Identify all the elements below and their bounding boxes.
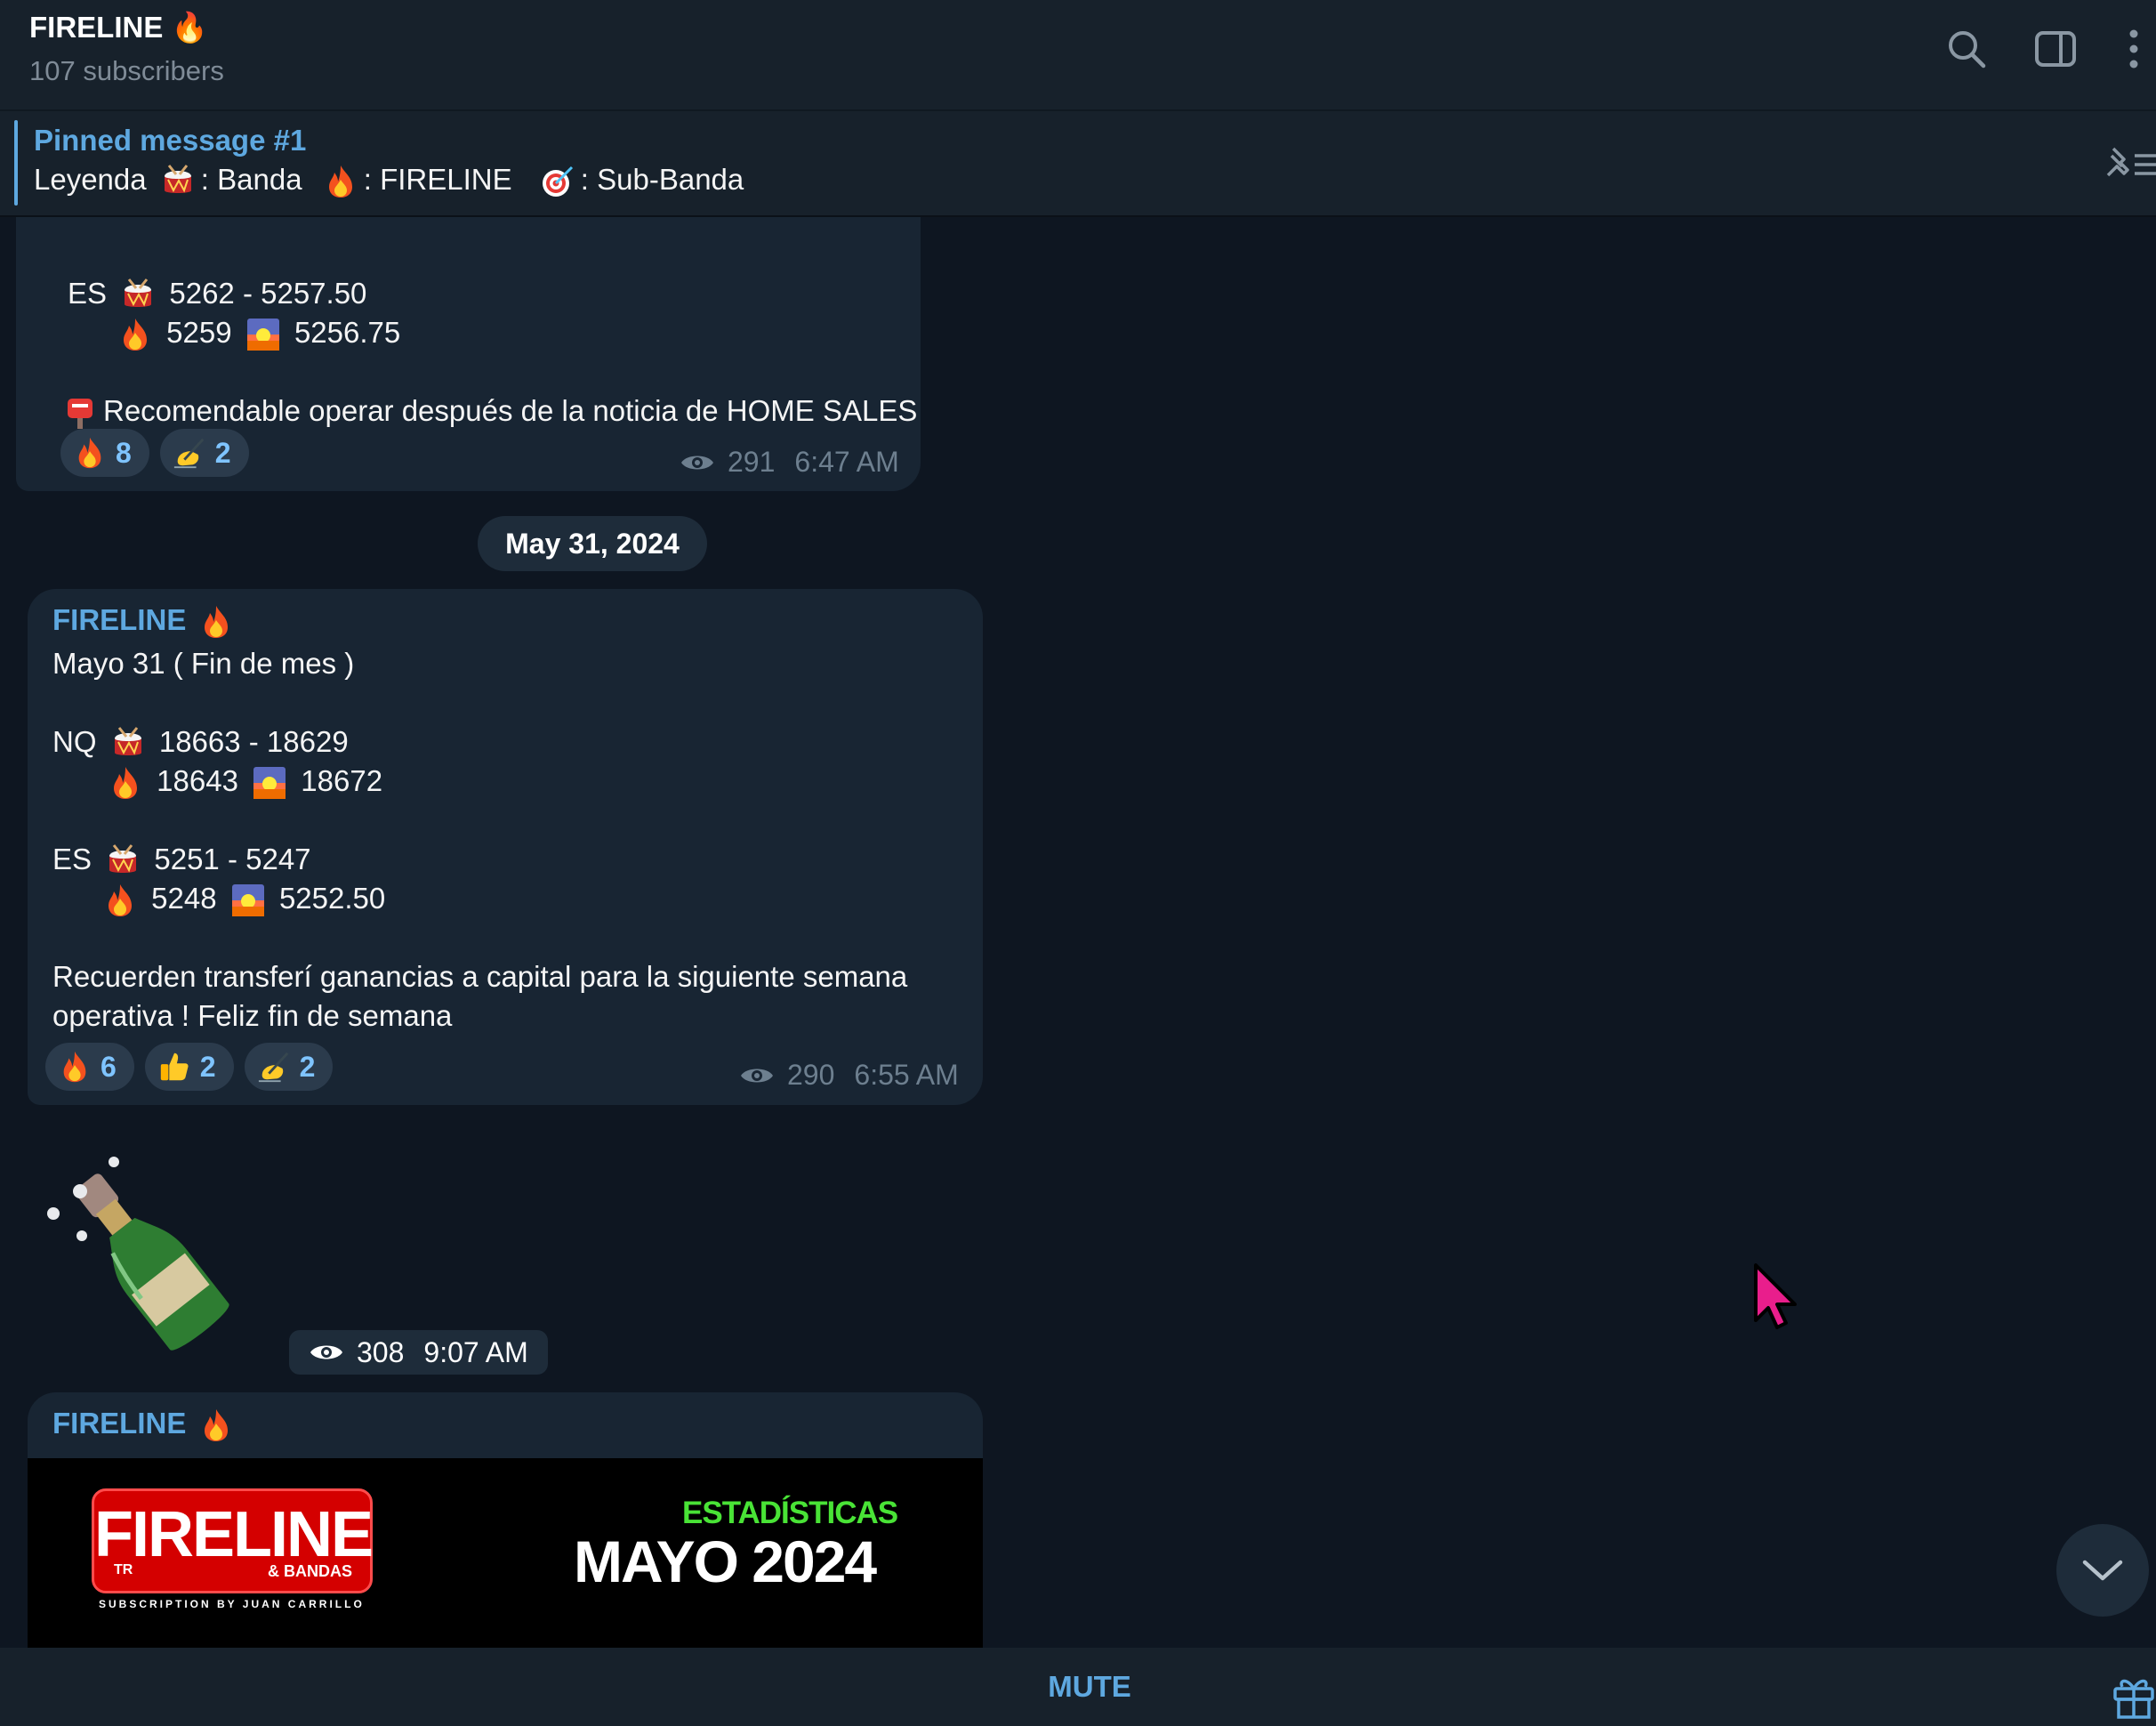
message-meta: 291 6:47 AM bbox=[680, 446, 899, 479]
drum-icon bbox=[120, 278, 156, 313]
pinned-band: : Banda bbox=[200, 163, 302, 196]
thumbs-up-icon bbox=[157, 1050, 191, 1084]
message-line: Recuerden transferí ganancias a capital … bbox=[52, 960, 908, 993]
bottom-bar: MUTE bbox=[0, 1648, 2156, 1726]
message-line: ES 5251 - 5247 bbox=[52, 840, 311, 879]
sticker-meta: 308 9:07 AM bbox=[289, 1330, 548, 1375]
scroll-down-button[interactable] bbox=[2056, 1524, 2149, 1617]
target-icon bbox=[540, 164, 575, 199]
pinned-title: Pinned message #1 bbox=[34, 124, 307, 157]
mailbox-icon bbox=[62, 395, 98, 431]
message-sender[interactable]: FIRELINE bbox=[52, 1407, 239, 1443]
writing-hand-icon bbox=[257, 1050, 291, 1084]
pinned-text: Leyenda : Banda : FIRELINE : Sub-Banda bbox=[34, 163, 744, 199]
sunrise-icon bbox=[245, 317, 281, 352]
channel-header[interactable]: FIRELINE 🔥 107 subscribers bbox=[0, 0, 2156, 111]
stats-label: ESTADÍSTICAS bbox=[682, 1496, 898, 1530]
drum-icon bbox=[105, 843, 141, 879]
fire-icon bbox=[73, 436, 107, 470]
promo-image[interactable]: FIRELINE TR & BANDAS SUBSCRIPTION BY JUA… bbox=[28, 1458, 983, 1648]
fire-icon bbox=[102, 883, 138, 918]
message-line: operativa ! Feliz fin de semana bbox=[52, 999, 453, 1032]
writing-hand-icon bbox=[173, 436, 206, 470]
message-time: 9:07 AM bbox=[423, 1335, 528, 1368]
message-sender[interactable]: FIRELINE bbox=[52, 603, 239, 640]
eye-icon bbox=[681, 456, 713, 469]
pinned-subband: : Sub-Banda bbox=[580, 163, 744, 196]
message-time: 6:47 AM bbox=[794, 446, 899, 478]
message-line: 5248 5252.50 bbox=[97, 879, 385, 918]
message-bubble[interactable]: FIRELINE Mayo 31 ( Fin de mes ) NQ 18663… bbox=[28, 589, 983, 1105]
date-separator: May 31, 2024 bbox=[478, 516, 707, 571]
sunrise-icon bbox=[230, 883, 266, 918]
sidebar-toggle-icon[interactable] bbox=[2031, 25, 2080, 73]
fire-icon bbox=[117, 317, 153, 352]
reaction-writing-hand[interactable]: 2 bbox=[159, 429, 249, 477]
drum-icon bbox=[160, 164, 196, 199]
fire-icon bbox=[198, 604, 234, 640]
fire-icon bbox=[323, 164, 358, 199]
logo-subline: SUBSCRIPTION BY JUAN CARRILLO bbox=[99, 1598, 365, 1610]
reaction-bar: 8 2 bbox=[60, 429, 249, 477]
message-list[interactable]: ES 5262 - 5257.50 5259 5256.75 Recomenda… bbox=[0, 217, 2156, 1648]
subscriber-count: 107 subscribers bbox=[29, 55, 224, 86]
message-meta: 290 6:55 AM bbox=[739, 1059, 959, 1092]
champagne-bottle-icon[interactable] bbox=[36, 1142, 258, 1356]
message-time: 6:55 AM bbox=[854, 1059, 959, 1091]
sunrise-icon bbox=[252, 765, 287, 801]
pinned-legend: Leyenda bbox=[34, 163, 147, 196]
message-bubble[interactable]: ES 5262 - 5257.50 5259 5256.75 Recomenda… bbox=[16, 217, 921, 491]
pinned-list-icon[interactable] bbox=[2101, 143, 2156, 184]
stats-title: MAYO 2024 bbox=[574, 1528, 877, 1594]
reaction-thumbs-up[interactable]: 2 bbox=[144, 1043, 234, 1091]
gift-icon[interactable] bbox=[2112, 1673, 2156, 1719]
eye-icon bbox=[310, 1345, 342, 1359]
message-line: 5259 5256.75 bbox=[112, 313, 400, 352]
message-line: Mayo 31 ( Fin de mes ) bbox=[52, 647, 355, 680]
reaction-bar: 6 2 2 bbox=[45, 1043, 334, 1091]
fire-icon bbox=[108, 765, 143, 801]
view-count: 291 bbox=[728, 446, 776, 478]
search-icon[interactable] bbox=[1943, 25, 1991, 73]
pinned-message-bar[interactable]: Pinned message #1 Leyenda : Banda : FIRE… bbox=[0, 111, 2156, 217]
view-count: 308 bbox=[357, 1335, 405, 1368]
mouse-cursor-icon bbox=[1754, 1263, 1797, 1329]
channel-title[interactable]: FIRELINE 🔥 bbox=[29, 11, 208, 45]
message-line: Recomendable operar después de la notici… bbox=[57, 391, 917, 431]
reaction-fire[interactable]: 6 bbox=[45, 1043, 134, 1091]
message-line: ES 5262 - 5257.50 bbox=[68, 274, 366, 313]
mute-button[interactable]: MUTE bbox=[1023, 1648, 1156, 1726]
pinned-fireline: : FIRELINE bbox=[363, 163, 512, 196]
more-vertical-icon[interactable] bbox=[2110, 25, 2156, 73]
message-line: 18643 18672 bbox=[102, 762, 382, 801]
message-line: NQ 18663 - 18629 bbox=[52, 722, 349, 762]
reaction-writing-hand[interactable]: 2 bbox=[244, 1043, 334, 1091]
drum-icon bbox=[110, 726, 146, 762]
chevron-down-icon bbox=[2082, 1560, 2123, 1581]
pinned-indicator bbox=[14, 120, 18, 206]
fire-icon bbox=[198, 1407, 234, 1443]
eye-icon bbox=[741, 1069, 773, 1082]
view-count: 290 bbox=[787, 1059, 835, 1091]
reaction-fire[interactable]: 8 bbox=[60, 429, 149, 477]
fireline-logo: FIRELINE TR & BANDAS bbox=[92, 1488, 374, 1593]
fire-icon bbox=[58, 1050, 92, 1084]
